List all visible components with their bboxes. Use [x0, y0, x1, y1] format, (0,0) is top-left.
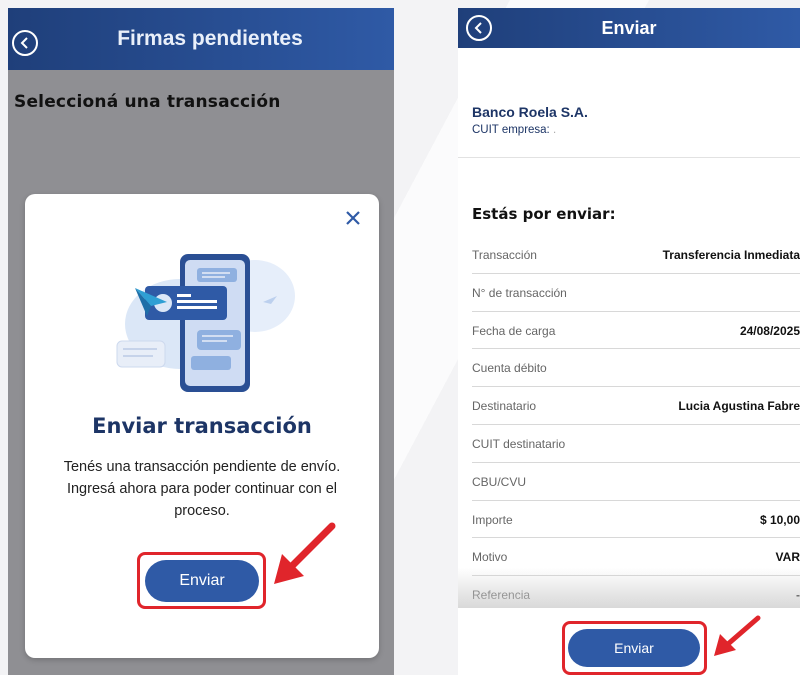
page-title: Firmas pendientes: [117, 27, 303, 50]
detail-label: CUIT destinatario: [472, 436, 566, 451]
detail-row-cbu: CBU/CVU: [472, 463, 800, 501]
detail-label: Motivo: [472, 550, 508, 565]
transaction-details-list: Transacción Transferencia Inmediata N° d…: [472, 236, 800, 614]
detail-label: Fecha de carga: [472, 323, 556, 338]
detail-row-transaccion: Transacción Transferencia Inmediata: [472, 236, 800, 274]
select-transaction-heading: Seleccioná una transacción: [14, 92, 281, 112]
detail-label: Cuenta débito: [472, 361, 547, 376]
detail-value: -: [796, 588, 800, 603]
cuit-label: CUIT empresa:: [472, 124, 550, 136]
detail-row-cuenta: Cuenta débito: [472, 349, 800, 388]
right-app-header: Enviar: [458, 8, 800, 48]
detail-row-cuit-destinatario: CUIT destinatario: [472, 425, 800, 463]
detail-value: 24/08/2025: [739, 323, 800, 338]
modal-description: Tenés una transacción pendiente de envío…: [63, 459, 341, 519]
phone-messages-illustration: [116, 254, 295, 392]
detail-label: N° de transacción: [472, 285, 567, 300]
page-title: Enviar: [601, 18, 657, 38]
section-title: Estás por enviar:: [472, 205, 616, 223]
send-button[interactable]: Enviar: [568, 629, 700, 667]
cuit-value: .: [552, 124, 557, 136]
company-cuit: CUIT empresa: .: [472, 124, 556, 136]
send-button[interactable]: Enviar: [145, 560, 259, 602]
red-arrow-icon: [274, 522, 336, 584]
detail-row-destinatario: Destinatario Lucia Agustina Fabre: [472, 387, 800, 425]
detail-row-motivo: Motivo VAR: [472, 538, 800, 577]
detail-value: Lucia Agustina Fabre: [678, 399, 800, 414]
detail-value: VAR: [775, 550, 800, 565]
detail-label: Referencia: [472, 588, 531, 603]
detail-row-numero: N° de transacción: [472, 274, 800, 312]
detail-value: Transferencia Inmediata: [662, 248, 800, 262]
send-transaction-modal: Enviar transacción Tenés una transacción…: [25, 194, 379, 658]
divider: [458, 157, 800, 158]
detail-row-fecha: Fecha de carga 24/08/2025: [472, 312, 800, 350]
modal-title: Enviar transacción: [92, 414, 312, 438]
detail-label: Transacción: [472, 248, 537, 262]
close-icon[interactable]: [343, 208, 363, 228]
red-arrow-icon: [714, 615, 761, 656]
detail-row-importe: Importe $ 10,00: [472, 501, 800, 539]
right-phone-screen: Enviar Banco Roela S.A. CUIT empresa: . …: [458, 8, 800, 675]
detail-label: CBU/CVU: [472, 474, 527, 489]
company-name: Banco Roela S.A.: [472, 104, 588, 120]
detail-value: $ 10,00: [759, 512, 800, 527]
detail-label: Importe: [472, 512, 513, 527]
detail-label: Destinatario: [472, 399, 537, 414]
left-app-header: Firmas pendientes: [8, 8, 394, 70]
